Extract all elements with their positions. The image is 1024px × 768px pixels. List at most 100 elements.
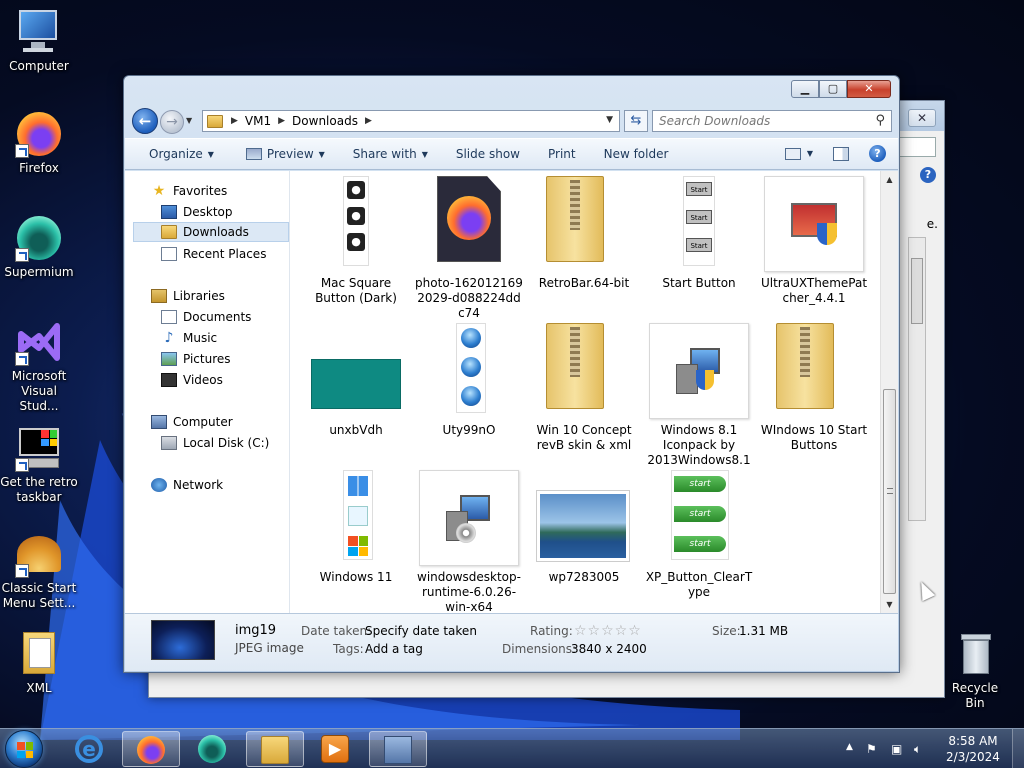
background-help-icon[interactable]: ? [920,167,936,183]
slide-show-button[interactable]: Slide show [438,139,530,169]
libraries-icon [151,289,167,303]
nav-documents[interactable]: Documents [161,307,251,327]
search-icon[interactable]: ⚲ [875,113,885,128]
print-button[interactable]: Print [530,139,586,169]
start-button[interactable] [5,730,43,768]
help-icon[interactable]: ? [869,145,886,162]
rating-label: Rating: [530,624,573,638]
background-scroll-thumb[interactable] [911,258,923,324]
file-item[interactable]: ● ● ● Mac Square Button (Dark) [301,176,411,306]
breadcrumb-separator-icon[interactable]: ▶ [365,116,372,126]
desktop-icon-supermium[interactable]: Supermium [0,214,78,280]
nav-computer[interactable]: Computer [151,412,233,432]
action-center-flag-icon[interactable]: ⚑ [866,742,877,756]
tags-field[interactable]: Add a tag [365,642,423,656]
show-hidden-icons-chevron[interactable]: ▲ [846,742,853,752]
taskbar-internet-explorer[interactable]: e [61,731,119,767]
breadcrumb-downloads[interactable]: Downloads [292,114,358,128]
desktop-icon-xml[interactable]: XML [0,630,78,696]
file-item[interactable]: photo-1620121692029-d088224ddc74 [414,176,524,321]
file-item[interactable]: Uty99nO [414,323,524,438]
forward-arrow-icon[interactable]: → [160,110,184,134]
taskbar-media-player[interactable]: ▶ [307,731,365,767]
change-view-icon[interactable] [784,147,801,160]
background-search-field[interactable] [896,137,936,157]
refresh-icon[interactable]: ⇆ [624,110,648,132]
recent-places-icon [161,247,177,261]
nav-libraries[interactable]: Libraries [151,286,225,306]
minimize-button[interactable]: ▁ [791,80,819,98]
system-clock[interactable]: 8:58 AM 2/3/2024 [938,733,1008,765]
close-button[interactable]: ✕ [847,80,891,98]
background-scrollbar[interactable] [908,237,926,521]
file-name: Mac Square Button (Dark) [315,276,397,305]
nav-videos[interactable]: Videos [161,370,223,390]
back-arrow-icon[interactable]: ← [132,108,158,134]
desktop-icon-classic-start[interactable]: Classic Start Menu Sett... [0,530,78,611]
file-item[interactable]: WIndows 10 Start Buttons [759,323,869,453]
rating-stars[interactable]: ☆☆☆☆☆ [574,623,642,639]
file-item[interactable]: Windows 11 [301,470,411,585]
selected-file-name: img19 [235,623,277,638]
taskbar-firefox[interactable] [122,731,180,767]
firefox-document-icon [419,176,519,272]
address-bar[interactable]: ▶ VM1 ▶ Downloads ▶ ▼ [202,110,620,132]
breadcrumb-vm1[interactable]: VM1 [245,114,271,128]
share-with-button[interactable]: Share with ▼ [335,139,438,169]
desktop-icon-retro-taskbar[interactable]: Get the retro taskbar [0,424,78,505]
organize-button[interactable]: Organize ▼ [125,139,224,169]
nav-local-disk[interactable]: Local Disk (C:) [161,433,269,453]
file-item[interactable]: windowsdesktop-runtime-6.0.26-win-x64 [414,470,524,613]
explorer-window[interactable]: ▁ ▢ ✕ ← → ▼ ▶ VM1 ▶ Downloads ▶ ▼ ⇆ Sear… [123,75,900,673]
preview-pane-icon[interactable] [833,146,849,161]
nav-music[interactable]: ♪ Music [161,328,218,348]
windows-logo-icon [17,742,33,758]
nav-downloads[interactable]: Downloads [133,222,289,242]
landscape-image-thumbnail [534,470,634,566]
show-desktop-button[interactable] [1012,729,1024,768]
file-item[interactable]: Win 10 Concept revB skin & xml [529,323,639,453]
background-close-icon[interactable]: ✕ [908,109,936,127]
file-list-scrollbar[interactable]: ▲ ▼ [880,171,898,613]
scroll-down-icon[interactable]: ▼ [881,596,898,613]
file-item[interactable]: Windows 8.1 Iconpack by 2013Windows8.1 [644,323,754,468]
nav-recent-places[interactable]: Recent Places [161,244,266,264]
scroll-thumb[interactable] [883,389,896,594]
desktop-icon-firefox[interactable]: Firefox [0,110,78,176]
search-placeholder: Search Downloads [659,114,771,128]
visual-studio-icon [15,318,63,366]
desktop-icon-recycle-bin[interactable]: Recycle Bin [942,630,1008,711]
file-item[interactable]: start start start XP_Button_ClearType [644,470,754,600]
desktop-icon-visual-studio[interactable]: Microsoft Visual Stud... [0,318,78,414]
nav-network[interactable]: Network [151,475,223,495]
taskbar: e ▶ ▲ ⚑ ▣ 🔈︎ 8:58 AM 2/3/2024 [0,728,1024,768]
nav-pictures[interactable]: Pictures [161,349,231,369]
scroll-up-icon[interactable]: ▲ [881,171,898,188]
nav-favorites[interactable]: ★ Favorites [151,181,228,201]
desktop-icon-label: Firefox [19,161,59,175]
file-name: RetroBar.64-bit [538,276,630,290]
desktop-icon-computer[interactable]: Computer [0,8,78,74]
file-item[interactable]: UltraUXThemePatcher_4.4.1 [759,176,869,306]
desktop-icon-label: Classic Start Menu Sett... [1,581,77,610]
date-taken-field[interactable]: Specify date taken [365,624,477,638]
preview-button[interactable]: Preview ▼ [224,139,335,169]
nav-desktop[interactable]: Desktop [161,202,233,222]
volume-muted-icon[interactable]: 🔈︎ [914,742,921,757]
chevron-down-icon[interactable]: ▼ [807,149,813,158]
file-item[interactable]: unxbVdh [301,323,411,438]
maximize-button[interactable]: ▢ [819,80,847,98]
taskbar-control-panel[interactable] [369,731,427,767]
file-item[interactable]: wp7283005 [529,470,639,585]
taskbar-explorer[interactable] [246,731,304,767]
taskbar-supermium[interactable] [184,731,242,767]
history-dropdown-icon[interactable]: ▼ [186,116,196,126]
search-input[interactable]: Search Downloads ⚲ [652,110,892,132]
file-item[interactable]: RetroBar.64-bit [529,176,639,291]
file-item[interactable]: Start Start Start Start Button [644,176,754,291]
breadcrumb-separator-icon[interactable]: ▶ [278,116,285,126]
new-folder-button[interactable]: New folder [586,139,679,169]
breadcrumb-separator-icon[interactable]: ▶ [231,116,238,126]
address-dropdown-icon[interactable]: ▼ [606,115,613,125]
network-tray-icon[interactable]: ▣ [891,742,902,756]
